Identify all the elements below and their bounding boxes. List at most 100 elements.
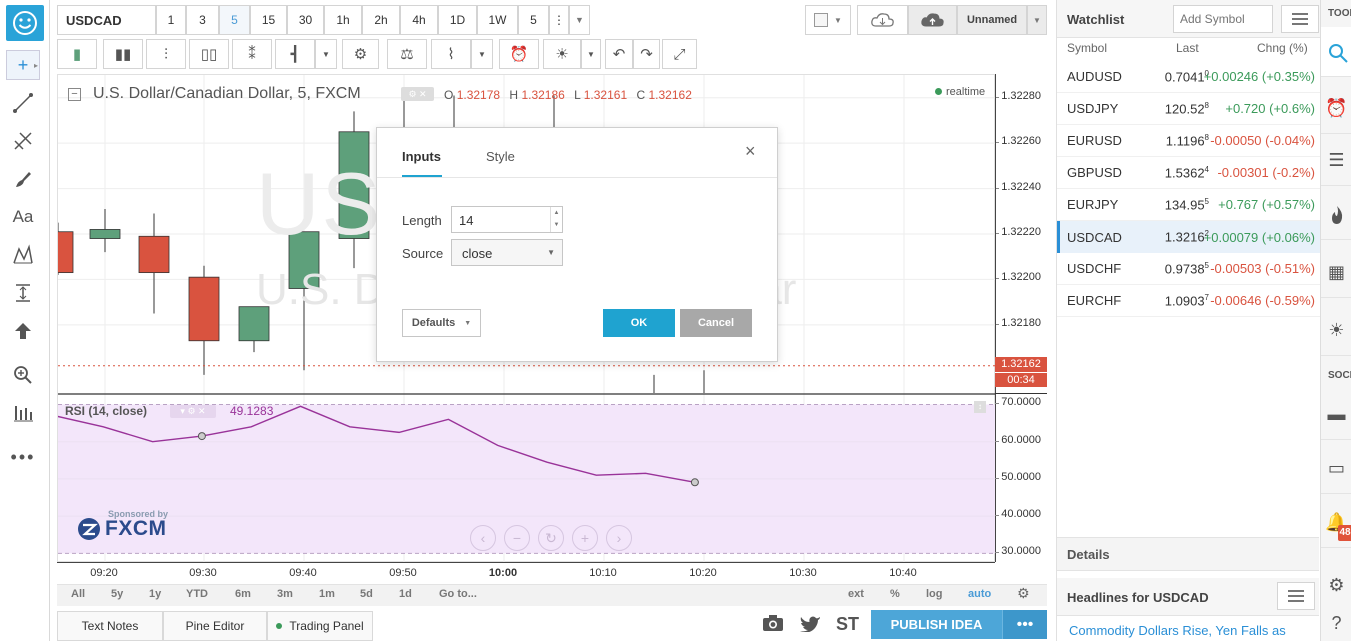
source-select[interactable]: close ▼ [451,239,563,266]
heikin-type-button[interactable]: ▯▯ [189,39,229,69]
range-6m-button[interactable]: 6m [235,588,251,600]
snapshot-button[interactable] [762,614,784,637]
interval-dropdown[interactable]: ▼ [569,5,590,35]
axis-ext-toggle[interactable]: ext [848,588,864,600]
indicators-button[interactable]: ⌇ [431,39,471,69]
hollow-type-button[interactable]: ⫶ [146,39,186,69]
interval-15-button[interactable]: 15 [250,5,287,35]
indicators-dropdown[interactable]: ▼ [471,39,493,69]
more-tools-button[interactable]: ••• [6,442,40,472]
crosshair-tool[interactable]: + ▸ [6,50,40,80]
save-layout-button[interactable] [908,5,957,35]
chats-tab[interactable]: ▬ [1321,390,1351,440]
scroll-left-button[interactable]: ‹ [470,525,496,551]
watchlist-row[interactable]: USDCHF 0.97385 -0.00503 (-0.51%) [1057,253,1321,285]
streams-tab[interactable]: ▭ [1321,444,1351,494]
layout-name-dropdown[interactable]: Unnamed [957,5,1027,35]
watchlist-row[interactable]: USDJPY 120.528 +0.720 (+0.6%) [1057,93,1321,125]
ideas-tab[interactable]: ☀ [1321,306,1351,356]
ideas-dropdown[interactable]: ▼ [581,39,601,69]
watchlist-row[interactable]: EURCHF 1.09037 -0.00646 (-0.59%) [1057,285,1321,317]
length-field[interactable]: 14 ▲ ▼ [451,206,563,233]
fullscreen-button[interactable]: ⤢ [662,39,697,69]
help-tab[interactable]: ? [1321,606,1351,641]
interval-5-button[interactable]: 5 [518,5,549,35]
zoom-in-button[interactable]: + [572,525,598,551]
col-last[interactable]: Last [1176,41,1199,55]
ok-button[interactable]: OK [603,309,675,337]
axis-log-toggle[interactable]: log [926,588,943,600]
range-goto-button[interactable]: Go to... [439,588,477,600]
headlines-menu-button[interactable] [1277,582,1315,610]
text-tool[interactable]: Aa [6,202,40,232]
watchlist-row[interactable]: EURUSD 1.11968 -0.00050 (-0.04%) [1057,125,1321,157]
symbol-search[interactable]: USDCAD [57,5,156,35]
watchlist-row[interactable]: EURJPY 134.955 +0.767 (+0.57%) [1057,189,1321,221]
trend-line-tool[interactable] [6,88,40,118]
arrow-up-tool[interactable] [6,316,40,346]
interval-2h-button[interactable]: 2h [362,5,400,35]
rsi-settings-icons[interactable]: ▾ ⚙ ✕ [170,405,216,418]
bars-type-button[interactable]: ▮▮ [103,39,143,69]
price-axis[interactable]: 1.32280 1.32260 1.32240 1.32220 1.32200 1.321… [995,74,1047,562]
details-header[interactable]: Details [1057,537,1319,571]
zoom-tool[interactable] [6,360,40,390]
length-stepper[interactable]: ▲ ▼ [550,207,562,232]
reset-button[interactable]: ↻ [538,525,564,551]
hotlist-tab[interactable] [1321,190,1351,240]
measure-tool[interactable] [6,278,40,308]
range-1m-button[interactable]: 1m [319,588,335,600]
col-symbol[interactable]: Symbol [1067,41,1107,55]
axis-settings-button[interactable]: ⚙ [1017,585,1030,602]
pattern-tool[interactable] [6,240,40,270]
chart-settings-button[interactable]: ⚙ [342,39,379,69]
ideas-button[interactable]: ☀ [543,39,581,69]
fib-tool[interactable] [6,126,40,156]
add-symbol-input[interactable] [1173,5,1273,33]
tweet-button[interactable] [799,614,821,635]
tab-text-notes[interactable]: Text Notes [57,611,163,641]
tab-style[interactable]: Style [486,149,515,164]
brush-tool[interactable] [6,164,40,194]
load-layout-button[interactable] [857,5,908,35]
interval-30-button[interactable]: 30 [287,5,324,35]
axis-percent-toggle[interactable]: % [890,588,900,600]
time-axis[interactable]: 09:20 09:30 09:40 09:50 10:00 10:10 10:20 10:30… [57,562,995,584]
tab-trading-panel[interactable]: Trading Panel [267,611,373,641]
axis-auto-toggle[interactable]: auto [968,588,991,600]
candle-type-button[interactable]: ▮ [57,39,97,69]
watchlist-menu-button[interactable] [1281,5,1319,33]
type-dropdown[interactable]: ▼ [315,39,337,69]
layout-dropdown-arrow[interactable]: ▼ [1027,5,1047,35]
zoom-out-button[interactable]: − [504,525,530,551]
tab-inputs[interactable]: Inputs [402,149,441,164]
interval-more-button[interactable]: ⋮ [549,5,569,35]
col-chng[interactable]: Chng (%) [1257,41,1308,55]
interval-5-button[interactable]: 5 [219,5,250,35]
range-5d-button[interactable]: 5d [360,588,373,600]
watchlist-row[interactable]: GBPUSD 1.53624 -0.00301 (-0.2%) [1057,157,1321,189]
publish-idea-button[interactable]: PUBLISH IDEA [871,610,1002,639]
interval-1-button[interactable]: 1 [156,5,186,35]
watchlist-row[interactable]: USDCAD 1.32162 +0.00079 (+0.06%) [1057,221,1321,253]
range-1y-button[interactable]: 1y [149,588,161,600]
range-all-button[interactable]: All [71,588,85,600]
publish-more-button[interactable]: ••• [1002,610,1047,639]
interval-3-button[interactable]: 3 [186,5,219,35]
alerts-tab[interactable]: ⏰ [1321,84,1351,134]
alert-button[interactable]: ⏰ [499,39,539,69]
range-3m-button[interactable]: 3m [277,588,293,600]
calendar-tab[interactable]: ▦ [1321,248,1351,298]
compare-button[interactable]: ⚖ [387,39,427,69]
rsi-point[interactable] [690,478,699,487]
watchlist-row[interactable]: AUDUSD 0.70410 +0.00246 (+0.35%) [1057,61,1321,93]
rsi-point[interactable] [197,432,206,441]
chart-style-swatch[interactable]: ▼ [805,5,851,35]
renko-type-button[interactable]: ⁑ [232,39,272,69]
magnet-tool[interactable] [6,398,40,428]
stocktwits-button[interactable]: ST [836,614,859,635]
defaults-button[interactable]: Defaults ▼ [402,309,481,337]
smiley-menu-button[interactable] [6,5,44,41]
settings-tab[interactable]: ⚙ [1321,560,1351,610]
kagi-type-button[interactable]: ┫ [275,39,315,69]
